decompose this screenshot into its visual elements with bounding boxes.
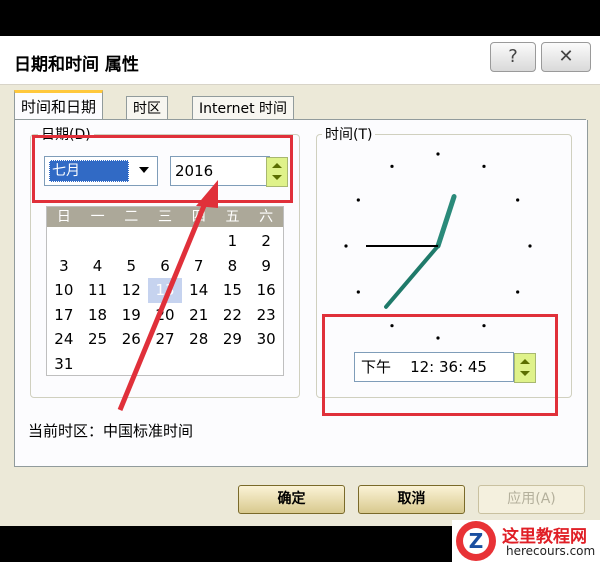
calendar-day[interactable]: 19 [114, 303, 148, 328]
weekday-label: 一 [90, 209, 105, 225]
calendar-day[interactable]: 26 [114, 327, 148, 352]
apply-button: 应用(A) [478, 485, 585, 514]
calendar-day[interactable]: 10 [47, 278, 81, 303]
calendar-day[interactable]: 7 [182, 254, 216, 279]
calendar-day[interactable]: 1 [216, 229, 250, 254]
calendar-empty-cell [114, 352, 148, 377]
calendar-day[interactable]: 6 [148, 254, 182, 279]
calendar-day[interactable]: 2 [249, 229, 283, 254]
weekday-label: 三 [158, 209, 173, 225]
calendar-weekday-header: 日一二三四五六 [47, 207, 283, 227]
calendar-days[interactable]: 1 2 3 4 5 6 7 8 9 10 11 12 13 14 15 16 17 18 19 20 21 22 23 24 2… [47, 229, 283, 376]
calendar-empty-cell [216, 352, 250, 377]
date-highlight-box [32, 135, 293, 203]
current-timezone-label: 当前时区：中国标准时间 [28, 422, 194, 440]
weekday-label: 六 [259, 209, 274, 225]
calendar-day[interactable]: 5 [114, 254, 148, 279]
calendar-day[interactable]: 16 [249, 278, 283, 303]
calendar-empty-cell [81, 352, 115, 377]
clock-hour-mark [390, 164, 394, 168]
clock-hour-mark [516, 198, 520, 202]
calendar-day[interactable]: 11 [81, 278, 115, 303]
clock-hour-mark [516, 290, 520, 294]
tab-internet-time[interactable]: Internet 时间 [192, 96, 295, 121]
calendar-day[interactable]: 31 [47, 352, 81, 377]
clock-minute-hand [384, 244, 440, 309]
calendar-day[interactable]: 21 [182, 303, 216, 328]
calendar-day[interactable]: 14 [182, 278, 216, 303]
calendar-day[interactable]: 27 [148, 327, 182, 352]
site-watermark: Z 这里教程网 herecours.com [452, 520, 600, 562]
calendar-day[interactable]: 9 [249, 254, 283, 279]
calendar-empty-cell [47, 229, 81, 254]
calendar-day[interactable]: 25 [81, 327, 115, 352]
clock-hour-hand [435, 194, 457, 249]
clock-hour-mark [482, 164, 486, 168]
title-bar: 日期和时间 属性 ? ✕ [0, 36, 600, 85]
time-highlight-box [322, 314, 558, 416]
weekday-label: 日 [56, 209, 71, 225]
calendar-empty-cell [182, 352, 216, 377]
weekday-label: 五 [225, 209, 240, 225]
calendar-empty-cell [148, 352, 182, 377]
calendar-empty-cell [148, 229, 182, 254]
cancel-button[interactable]: 取消 [358, 485, 465, 514]
calendar-day[interactable]: 3 [47, 254, 81, 279]
month-calendar[interactable]: 日一二三四五六 1 2 3 4 5 6 7 8 9 10 11 12 13 14 15 16 17 18 19 20 2… [46, 206, 284, 376]
time-group-label: 时间(T) [322, 124, 376, 144]
calendar-day[interactable]: 23 [249, 303, 283, 328]
calendar-day[interactable]: 29 [216, 327, 250, 352]
weekday-label: 二 [124, 209, 139, 225]
clock-hour-mark [356, 198, 360, 202]
calendar-day[interactable]: 20 [148, 303, 182, 328]
calendar-day[interactable]: 17 [47, 303, 81, 328]
tab-timezone[interactable]: 时区 [126, 96, 168, 121]
calendar-day[interactable]: 18 [81, 303, 115, 328]
calendar-day[interactable]: 22 [216, 303, 250, 328]
calendar-day[interactable]: 4 [81, 254, 115, 279]
calendar-empty-cell [81, 229, 115, 254]
calendar-day[interactable]: 8 [216, 254, 250, 279]
calendar-empty-cell [249, 352, 283, 377]
calendar-empty-cell [114, 229, 148, 254]
clock-hour-mark [528, 244, 532, 248]
ok-button[interactable]: 确定 [238, 485, 345, 514]
calendar-day[interactable]: 30 [249, 327, 283, 352]
logo-icon: Z [456, 521, 496, 561]
calendar-day[interactable]: 12 [114, 278, 148, 303]
calendar-day[interactable]: 28 [182, 327, 216, 352]
window-title: 日期和时间 属性 [14, 55, 139, 75]
clock-hour-mark [344, 244, 348, 248]
weekday-label: 四 [191, 209, 206, 225]
logo-letter: Z [463, 528, 489, 554]
calendar-empty-cell [182, 229, 216, 254]
clock-hour-mark [356, 290, 360, 294]
calendar-day[interactable]: 13 [148, 278, 182, 303]
calendar-day[interactable]: 15 [216, 278, 250, 303]
help-button[interactable]: ? [490, 42, 536, 72]
clock-hour-mark [436, 152, 440, 156]
watermark-site: herecours.com [506, 544, 596, 558]
close-button[interactable]: ✕ [541, 42, 591, 72]
calendar-day[interactable]: 24 [47, 327, 81, 352]
